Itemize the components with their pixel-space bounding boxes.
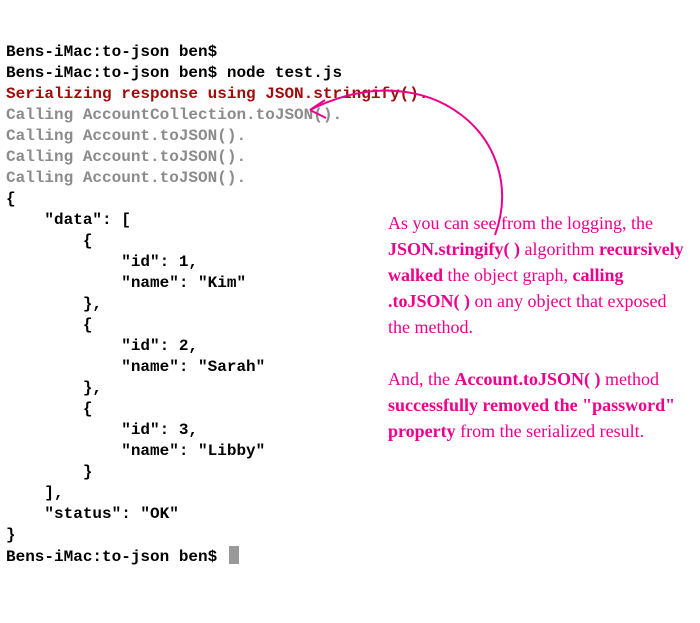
annotation-text: And, the <box>388 369 455 389</box>
shell-prompt: Bens-iMac:to-json ben$ <box>6 43 227 61</box>
stdout-line: Calling Account.toJSON(). <box>6 148 246 166</box>
shell-command: node test.js <box>227 64 342 82</box>
annotation-text: the object graph, <box>443 265 572 285</box>
annotation-text: method <box>601 369 660 389</box>
shell-prompt: Bens-iMac:to-json ben$ <box>6 548 227 566</box>
terminal-cursor <box>229 546 239 564</box>
stdout-line: Serializing response using <box>6 85 265 103</box>
stdout-json: { "data": [ { "id": 1, "name": "Kim" }, … <box>6 190 265 544</box>
annotation-text: algorithm <box>520 239 599 259</box>
stdout-bold: JSON.stringify() <box>265 85 419 103</box>
stdout-line: Calling Account.toJSON(). <box>6 169 246 187</box>
terminal-window: Bens-iMac:to-json ben$ Bens-iMac:to-json… <box>0 0 700 623</box>
stdout-line: . <box>419 85 429 103</box>
shell-prompt: Bens-iMac:to-json ben$ <box>6 64 227 82</box>
stdout-line: Calling Account.toJSON(). <box>6 127 246 145</box>
annotation-text: As you can see from the logging, the <box>388 213 653 233</box>
annotation-text: JSON.stringify( ) <box>388 239 520 259</box>
stdout-line: Calling AccountCollection.toJSON(). <box>6 106 342 124</box>
annotation-text: Account.toJSON( ) <box>455 369 601 389</box>
annotation-text: from the serialized result. <box>456 421 644 441</box>
annotation-note: As you can see from the logging, the JSO… <box>388 210 688 470</box>
